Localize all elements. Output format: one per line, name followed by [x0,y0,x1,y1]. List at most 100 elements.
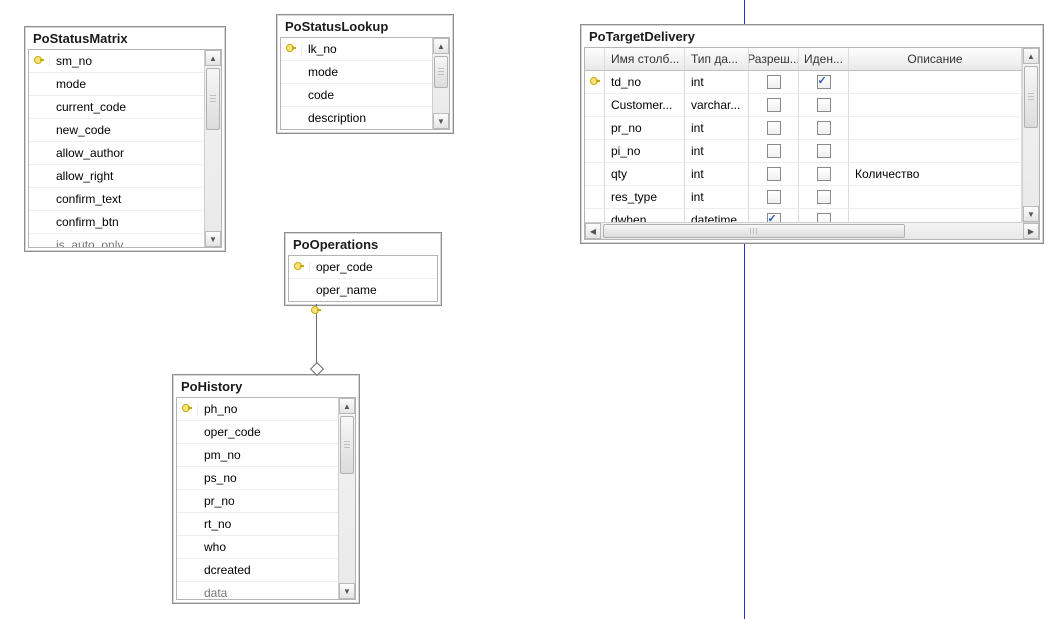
grid-cell-name[interactable]: td_no [605,71,685,94]
grid-cell-type[interactable]: int [685,117,749,140]
grid-cell-name[interactable]: dwhen [605,209,685,222]
checkbox-nullable[interactable] [767,213,781,222]
table-row[interactable]: allow_author [29,142,204,165]
table-row[interactable]: ph_no [177,398,338,421]
checkbox-nullable[interactable] [767,190,781,204]
checkbox-nullable[interactable] [767,75,781,89]
checkbox-identity[interactable] [817,98,831,112]
grid-cell-type[interactable]: int [685,186,749,209]
grid-header-identity[interactable]: Иден... [799,48,849,71]
column-list[interactable]: lk_no mode code description [281,38,432,129]
table-row[interactable]: confirm_text [29,188,204,211]
grid-potargetdelivery[interactable]: PoTargetDelivery Имя столб... Тип да... … [580,24,1044,244]
grid-table[interactable]: Имя столб... Тип да... Разреш... Иден...… [585,48,1022,222]
grid-cell-desc[interactable] [849,186,1022,209]
scrollbar-horizontal[interactable]: ◀ ▶ [585,222,1039,239]
table-row[interactable]: is_auto_only [29,234,204,247]
table-row[interactable]: dcreated [177,559,338,582]
table-row[interactable]: lk_no [281,38,432,61]
grid-cell-name[interactable]: pr_no [605,117,685,140]
grid-cell-desc[interactable] [849,140,1022,163]
checkbox-identity[interactable] [817,121,831,135]
table-row[interactable]: ps_no [177,467,338,490]
scrollbar-vertical[interactable]: ▲ ▼ [1022,48,1039,222]
grid-row[interactable]: res_type int [585,186,1022,209]
entity-pohistory[interactable]: PoHistory ph_no oper_code pm_no ps_no pr… [172,374,360,604]
checkbox-identity[interactable] [817,75,831,89]
grid-cell-name[interactable]: res_type [605,186,685,209]
grid-header-name[interactable]: Имя столб... [605,48,685,71]
scroll-right-button[interactable]: ▶ [1023,223,1039,239]
table-row[interactable]: pr_no [177,490,338,513]
entity-pooperations[interactable]: PoOperations oper_code oper_name [284,232,442,306]
table-row[interactable]: rt_no [177,513,338,536]
column-list[interactable]: oper_code oper_name [289,256,437,301]
checkbox-identity[interactable] [817,144,831,158]
scroll-up-button[interactable]: ▲ [433,38,449,54]
grid-row[interactable]: Customer... varchar... [585,94,1022,117]
scroll-down-button[interactable]: ▼ [433,113,449,129]
scroll-thumb[interactable] [206,68,220,130]
table-row[interactable]: who [177,536,338,559]
table-row[interactable]: data [177,582,338,599]
grid-cell-desc[interactable] [849,209,1022,222]
scroll-down-button[interactable]: ▼ [205,231,221,247]
grid-row[interactable]: pr_no int [585,117,1022,140]
column-list[interactable]: sm_no mode current_code new_code allow_a… [29,50,204,247]
checkbox-nullable[interactable] [767,144,781,158]
grid-cell-type[interactable]: varchar... [685,94,749,117]
entity-postatuslookup[interactable]: PoStatusLookup lk_no mode code descripti… [276,14,454,134]
table-row[interactable]: oper_code [289,256,437,279]
grid-cell-name[interactable]: pi_no [605,140,685,163]
checkbox-identity[interactable] [817,190,831,204]
checkbox-identity[interactable] [817,213,831,222]
grid-cell-type[interactable]: int [685,163,749,186]
scrollbar-vertical[interactable]: ▲ ▼ [432,38,449,129]
grid-cell-type[interactable]: int [685,140,749,163]
checkbox-identity[interactable] [817,167,831,181]
grid-cell-desc[interactable] [849,71,1022,94]
table-row[interactable]: new_code [29,119,204,142]
checkbox-nullable[interactable] [767,98,781,112]
table-row[interactable]: mode [281,61,432,84]
table-row[interactable]: current_code [29,96,204,119]
scroll-thumb[interactable] [1024,66,1038,128]
grid-cell-desc[interactable] [849,94,1022,117]
grid-cell-name[interactable]: Customer... [605,94,685,117]
grid-cell-name[interactable]: qty [605,163,685,186]
entity-postatusmatrix[interactable]: PoStatusMatrix sm_no mode current_code n… [24,26,226,252]
table-row[interactable]: sm_no [29,50,204,73]
grid-header-nullable[interactable]: Разреш... [749,48,799,71]
grid-cell-type[interactable]: int [685,71,749,94]
grid-row[interactable]: qty int Количество [585,163,1022,186]
scroll-down-button[interactable]: ▼ [1023,206,1039,222]
scrollbar-vertical[interactable]: ▲ ▼ [338,398,355,599]
table-row[interactable]: confirm_btn [29,211,204,234]
scroll-thumb[interactable] [603,224,905,238]
grid-cell-desc[interactable] [849,117,1022,140]
table-row[interactable]: description [281,107,432,129]
grid-row[interactable]: dwhen datetime [585,209,1022,222]
checkbox-nullable[interactable] [767,121,781,135]
grid-header-cell[interactable] [585,48,605,71]
table-row[interactable]: pm_no [177,444,338,467]
table-row[interactable]: oper_code [177,421,338,444]
scroll-thumb[interactable] [434,56,448,88]
grid-row[interactable]: td_no int [585,71,1022,94]
table-row[interactable]: code [281,84,432,107]
scroll-up-button[interactable]: ▲ [1023,48,1039,64]
column-list[interactable]: ph_no oper_code pm_no ps_no pr_no rt_no … [177,398,338,599]
scroll-thumb[interactable] [340,416,354,474]
scroll-left-button[interactable]: ◀ [585,223,601,239]
scroll-up-button[interactable]: ▲ [339,398,355,414]
scroll-up-button[interactable]: ▲ [205,50,221,66]
checkbox-nullable[interactable] [767,167,781,181]
grid-cell-type[interactable]: datetime [685,209,749,222]
table-row[interactable]: mode [29,73,204,96]
table-row[interactable]: oper_name [289,279,437,301]
grid-header-desc[interactable]: Описание [849,48,1022,71]
scrollbar-vertical[interactable]: ▲ ▼ [204,50,221,247]
grid-cell-desc[interactable]: Количество [849,163,1022,186]
scroll-down-button[interactable]: ▼ [339,583,355,599]
grid-header-type[interactable]: Тип да... [685,48,749,71]
